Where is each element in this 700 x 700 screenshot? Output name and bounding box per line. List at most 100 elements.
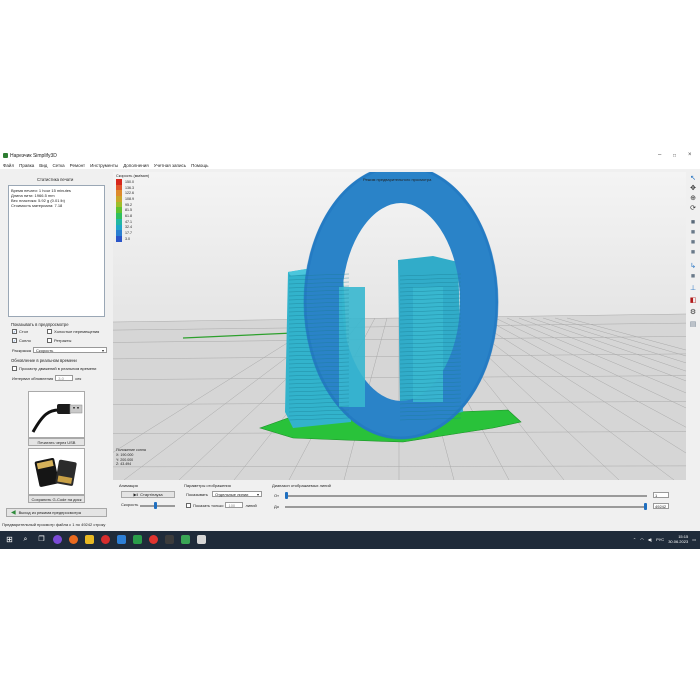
move-tool-icon[interactable]: ✥	[689, 185, 697, 193]
cut-icon[interactable]: ◧	[689, 297, 697, 305]
interval-row: Интервал обновления 3.0 сек	[12, 375, 81, 381]
save-gcode-button[interactable]: Сохранить G-Code на диск	[28, 495, 85, 503]
legend-value: 122.6	[125, 191, 134, 196]
speed-slider[interactable]	[140, 505, 175, 507]
stats-title: Статистика печати	[37, 177, 74, 182]
range-from-input[interactable]: 1	[653, 492, 669, 498]
start-pause-label: Старт/пауза	[140, 492, 163, 497]
scene-3d[interactable]	[113, 172, 686, 480]
clock[interactable]: 15:15 30.06.2023	[668, 534, 688, 544]
range-from-handle[interactable]	[285, 492, 288, 499]
range-to-input[interactable]: 49242	[653, 503, 669, 509]
coloring-select[interactable]: Скорость ▾	[33, 347, 108, 353]
coloring-label: Раскраска	[12, 347, 32, 353]
maximize-button[interactable]: □	[673, 153, 676, 159]
legend-value: 108.9	[125, 196, 134, 201]
realtime-checkbox[interactable]	[12, 366, 17, 371]
menu-tools[interactable]: Инструменты	[90, 163, 118, 168]
menu-file[interactable]: Файл	[3, 163, 14, 168]
stats-line: Стоимость материала: 7.18	[11, 203, 63, 208]
menu-edit[interactable]: Правка	[19, 163, 34, 168]
range-from-slider[interactable]	[285, 495, 647, 497]
axes-icon[interactable]: ⊥	[689, 285, 697, 293]
minimize-button[interactable]: –	[658, 152, 661, 158]
simplify3d-icon[interactable]	[181, 535, 190, 544]
show-only-checkbox[interactable]	[186, 502, 191, 508]
speed-slider-handle[interactable]	[154, 502, 158, 509]
status-bar: Предварительный просмотр файла с 1 по 49…	[0, 522, 700, 530]
interval-input[interactable]: 3.0	[55, 375, 74, 381]
chevron-up-icon[interactable]: ⌃	[633, 537, 636, 542]
close-button[interactable]: ×	[688, 152, 692, 158]
app-icon-light[interactable]	[197, 535, 206, 544]
sdcard-image	[28, 448, 85, 495]
menu-account[interactable]: Учетная запись	[154, 163, 186, 168]
option-nozzle[interactable]: ✓ Сопло	[12, 338, 31, 343]
travel-checkbox[interactable]	[47, 329, 52, 334]
volume-icon[interactable]: ◀)	[648, 537, 652, 542]
layers-icon[interactable]: ▤	[689, 321, 697, 329]
show-label: Показывать	[186, 492, 208, 497]
preview-controls: Анимация ▶‖ Старт/пауза Скорость Парамет…	[113, 481, 686, 521]
right-toolbar: ↖ ✥ ⊕ ⟳ ■ ■ ■ ■ ↳ ■ ⊥ ◧ ⚙ ▤	[688, 173, 699, 373]
settings-gear-icon[interactable]: ⚙	[689, 309, 697, 317]
retracts-checkbox[interactable]	[47, 338, 52, 343]
coord-z: Z: 43.494	[116, 462, 132, 467]
start-windows-icon[interactable]: ⊞	[5, 535, 14, 544]
option-retracts[interactable]: Ретракты	[47, 338, 71, 343]
menu-mesh[interactable]: Сетка	[52, 163, 64, 168]
app-icon-assistant[interactable]	[53, 535, 62, 544]
search-icon[interactable]: ⌕	[21, 535, 30, 544]
legend-value: 32.4	[125, 225, 132, 230]
range-title: Диапазон отображаемых линий	[272, 483, 331, 488]
start-pause-button[interactable]: ▶‖ Старт/пауза	[121, 491, 175, 498]
menu-help[interactable]: Помощь	[191, 163, 208, 168]
firefox-icon[interactable]	[69, 535, 78, 544]
menu-repair[interactable]: Ремонт	[70, 163, 85, 168]
zoom-tool-icon[interactable]: ⊕	[689, 195, 697, 203]
network-icon[interactable]: ◠	[640, 537, 644, 542]
task-view-icon[interactable]: ❐	[37, 535, 46, 544]
realtime-option[interactable]: Просмотр движений в реальном времени	[12, 366, 96, 371]
show-mode-select[interactable]: Отдельные линии ▾	[212, 491, 262, 497]
show-only-count[interactable]: 100	[225, 502, 244, 508]
notifications-icon[interactable]: ▭	[692, 537, 696, 542]
show-only-row[interactable]: Показать только 100 линий	[186, 502, 257, 508]
folder-icon[interactable]	[85, 535, 94, 544]
select-tool-icon[interactable]: ↖	[689, 175, 697, 183]
language-indicator[interactable]: РУС	[656, 537, 664, 542]
view-cube-icon[interactable]: ■	[689, 219, 697, 227]
bed-checkbox[interactable]: ✓	[12, 329, 17, 334]
legend-value: 47.1	[125, 219, 132, 224]
option-label: Ретракты	[54, 338, 72, 343]
view-front-icon[interactable]: ■	[689, 239, 697, 247]
preview-viewport[interactable]: Скорость (мм/мин) 150.0 136.3 122.6 108.9 95…	[113, 172, 686, 480]
opera-icon[interactable]	[149, 535, 158, 544]
range-to-slider[interactable]	[285, 506, 647, 508]
option-travel[interactable]: Холостые перемещения	[47, 329, 99, 334]
yandex-browser-icon[interactable]	[101, 535, 110, 544]
option-label: Холостые перемещения	[54, 329, 100, 334]
cursor-icon[interactable]: ↳	[689, 263, 697, 271]
view-side-icon[interactable]: ■	[689, 249, 697, 257]
show-only-label: Показать только	[193, 502, 224, 508]
app-icon-dark[interactable]	[165, 535, 174, 544]
app-logo-icon	[3, 153, 8, 158]
exit-preview-button[interactable]: ◀ Выход из режима предпросмотра	[6, 508, 107, 517]
nozzle-checkbox[interactable]: ✓	[12, 338, 17, 343]
telegram-icon[interactable]	[117, 535, 126, 544]
show-mode-value: Отдельные линии	[215, 491, 249, 497]
legend-value: 17.7	[125, 231, 132, 236]
range-to-handle[interactable]	[644, 503, 647, 510]
print-usb-button[interactable]: Печатать через USB	[28, 438, 85, 446]
rotate-tool-icon[interactable]: ⟳	[689, 205, 697, 213]
menu-addons[interactable]: Дополнения	[123, 163, 149, 168]
view-iso-icon[interactable]: ■	[689, 273, 697, 281]
legend-value: 95.2	[125, 202, 132, 207]
animation-title: Анимация	[119, 483, 138, 488]
option-bed[interactable]: ✓ Стол	[12, 329, 28, 334]
menu-view[interactable]: Вид	[39, 163, 47, 168]
clock-date: 30.06.2023	[668, 539, 689, 544]
view-top-icon[interactable]: ■	[689, 229, 697, 237]
app-icon-green[interactable]	[133, 535, 142, 544]
